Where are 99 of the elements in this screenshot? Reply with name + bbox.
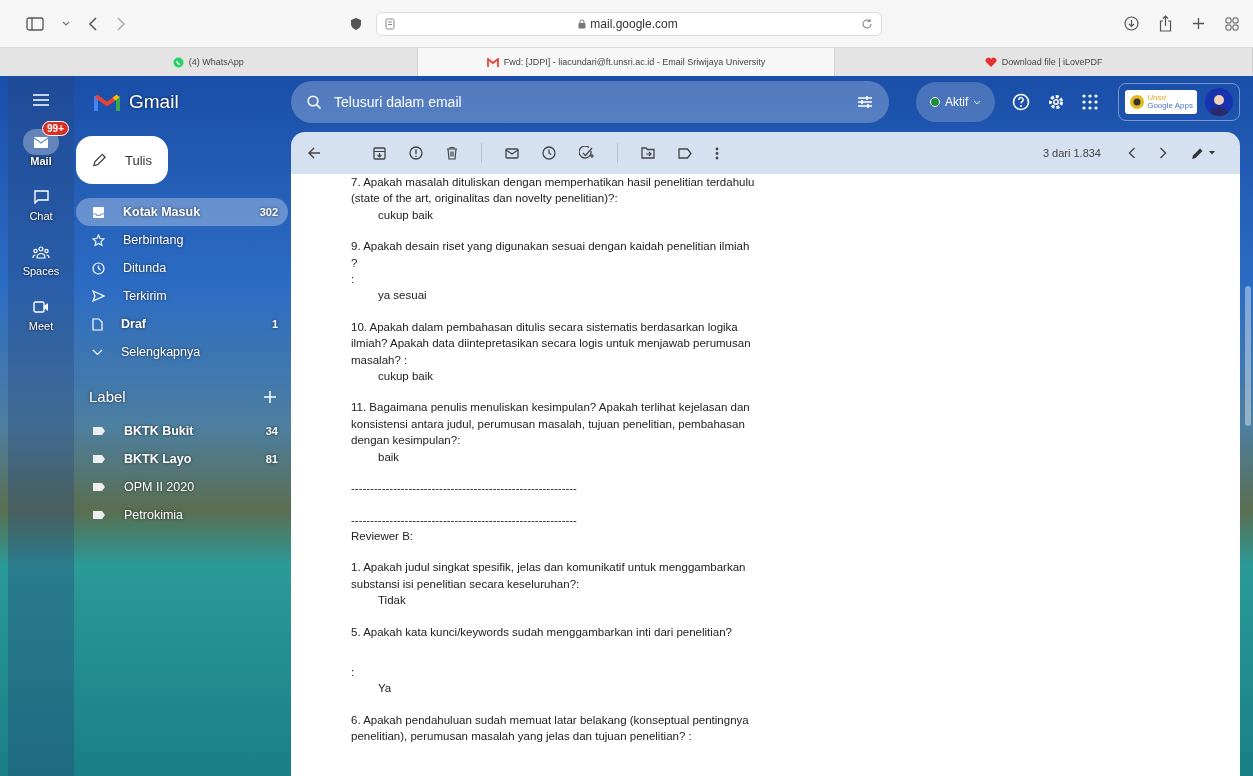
email-text-line: cukup baik [377,207,434,223]
label-tag-icon [92,454,106,464]
labels-heading: Label [89,388,126,405]
folder-item[interactable]: Selengkapnya [76,338,288,366]
email-text-line: 1. Apakah judul singkat spesifik, jelas dan komunikatif untuk menggambarkan substansi isi penelitian secara keseluruhan?: [351,560,747,592]
clock-icon[interactable] [542,146,556,160]
mail-icon [33,135,49,149]
plus-icon[interactable] [1192,17,1205,30]
inbox-icon [92,205,105,219]
clock-icon [92,261,105,275]
pagination-text: 3 dari 1.834 [1042,147,1101,159]
more-vertical-icon[interactable] [715,146,719,160]
organization-logo: Unsri Google Apps [1125,90,1197,114]
folder-item[interactable]: Terkirim [76,282,288,310]
file-icon [92,317,103,331]
email-text-line: 5. Apakah kata kunci/keywords sudah menggambarkan inti dari penelitian? [351,624,733,640]
folder-count: 1 [271,318,278,330]
search-icon[interactable] [307,94,322,110]
rail-item[interactable]: 99+ Mail [12,120,70,167]
chat-icon [33,190,49,204]
download-icon[interactable] [1124,16,1139,31]
archive-icon[interactable] [373,146,386,160]
trash-icon[interactable] [446,146,458,160]
pencil-icon [92,152,108,168]
email-text-line: ----------------------------------------------------------- [351,481,578,497]
envelope-m-icon [486,57,499,67]
rail-item[interactable]: Chat [12,175,70,222]
star-icon [92,233,105,247]
chevron-down-icon [92,348,103,356]
label-item[interactable]: Petrokimia [76,501,288,529]
envelope-icon[interactable] [505,147,519,159]
gmail-logo-icon [94,92,120,112]
status-button[interactable]: Aktif [916,82,996,122]
previous-icon[interactable] [1128,147,1136,159]
people-icon [32,245,50,259]
email-text-line: 7. Apakah masalah dituliskan dengan memperhatikan hasil penelitian terdahulu (state of the art, originalitas dan novelty penelitian)?: [351,175,756,207]
apps-grid-icon[interactable] [1082,94,1099,110]
folder-item[interactable]: Draf 1 [76,310,288,338]
email-text-line: Tidak [377,593,407,609]
email-text-line: ? [351,255,359,271]
label-item[interactable]: BKTK Bukit 34 [76,417,288,445]
pencil-dropdown-icon[interactable] [1190,146,1216,160]
chat-bubble-icon [172,56,184,68]
label-tag-icon [92,426,106,436]
rail-item[interactable]: Meet [12,285,70,332]
next-icon[interactable] [1159,147,1167,159]
compose-button[interactable]: Tulis [76,136,168,184]
browser-tab[interactable]: Download file | iLovePDF [835,48,1253,76]
reload-icon [861,17,873,30]
back-icon[interactable] [88,16,98,31]
email-text-line: ----------------------------------------------------------- [351,512,578,528]
folder-item[interactable]: Ditunda [76,254,288,282]
settings-icon[interactable] [1047,93,1066,111]
back-arrow-icon[interactable] [308,147,321,159]
folder-item[interactable]: Kotak Masuk 302 [76,198,288,226]
email-text-line: ya sesuai [377,288,428,304]
email-text-line: : [351,272,356,288]
email-text-line: baik [377,449,401,465]
email-text-line: Reviewer B: [351,528,414,544]
email-text-line: 6. Apakah pendahuluan sudah memuat latar belakang (konseptual pentingnya penelitian), perumusan masalah yang jelas dan tujuan penelitian? : [351,712,750,745]
email-text-line: 9. Apakah desain riset yang digunakan sesuai dengan kaidah penelitian ilmiah [351,239,751,255]
label-item[interactable]: OPM II 2020 [76,473,288,501]
sidebar-icon[interactable] [26,16,44,31]
browser-tab[interactable]: (4) WhatsApp [0,48,418,76]
page-icon [385,17,395,30]
move-to-folder-icon[interactable] [641,147,655,159]
send-icon [92,290,105,302]
share-icon[interactable] [1159,15,1172,32]
label-icon[interactable] [678,147,692,159]
shield-icon[interactable] [350,16,362,31]
label-item[interactable]: BKTK Layo 81 [76,445,288,473]
app-name: Gmail [129,91,179,113]
email-text-line: : [351,664,356,680]
label-count: 34 [265,425,278,437]
caret-icon [973,99,982,105]
email-text-line: 11. Bagaimana penulis menuliskan kesimpulan? Apakah terlihat kejelasan dan konsistensi antara judul, perumusan masalah, tujuan penelitian, pembahasan dengan kesimpulan?: [351,400,751,449]
email-text-line: Ya [377,681,393,697]
lock-icon [578,18,587,29]
filter-options-icon[interactable] [857,95,873,109]
folder-item[interactable]: Berbintang [76,226,288,254]
label-count: 81 [265,453,278,465]
chevron-down-icon[interactable] [62,20,70,27]
add-task-icon[interactable] [579,146,594,160]
url-text: mail.google.com [590,16,678,31]
heart-icon [984,56,997,68]
tabs-grid-icon[interactable] [1225,16,1239,31]
report-icon[interactable] [409,146,423,160]
search-bar[interactable]: Telusuri dalam email [291,81,889,123]
search-field[interactable]: Telusuri dalam email [332,93,847,111]
help-icon[interactable] [1012,93,1031,111]
label-tag-icon [92,482,106,492]
label-tag-icon [92,510,106,520]
address-bar[interactable]: mail.google.com [376,11,882,36]
video-camera-icon [33,301,49,313]
email-text-line: cukup baik [377,369,434,385]
email-text-line: 10. Apakah dalam pembahasan ditulis secara sistematis berdasarkan logika ilmiah? Apakah data diintepretasikan secara logis untuk menjawab perumusan masalah? : [351,319,752,368]
menu-icon[interactable] [33,94,49,106]
folder-count: 302 [259,206,278,218]
rail-item[interactable]: Spaces [11,230,71,277]
